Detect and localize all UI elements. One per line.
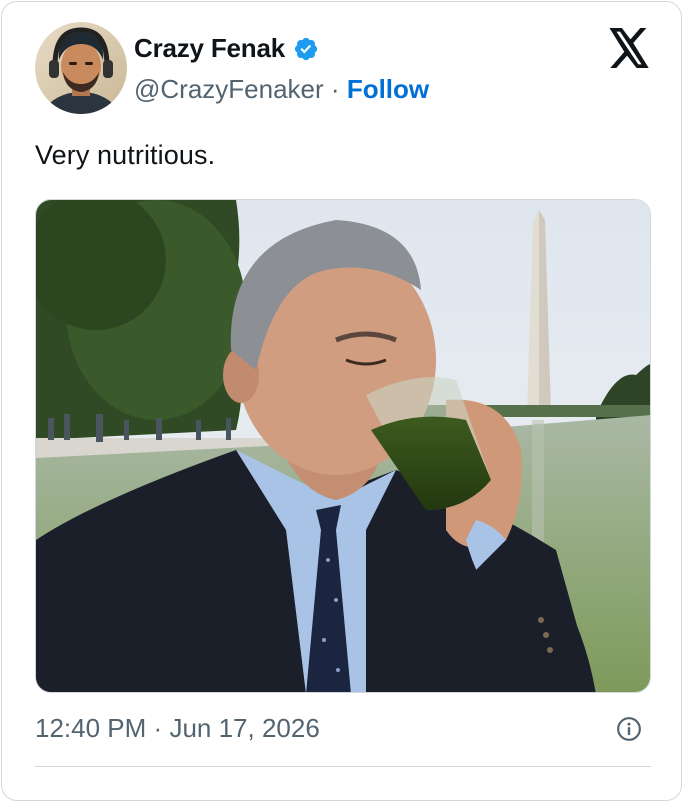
separator: · (330, 74, 340, 104)
tweet-text: Very nutritious. (35, 140, 216, 170)
separator: · (153, 713, 163, 743)
tweet-time[interactable]: 12:40 PM (35, 713, 146, 743)
x-logo-icon[interactable] (607, 28, 651, 68)
info-icon[interactable] (616, 716, 642, 742)
tweet-photo[interactable] (35, 199, 651, 693)
author-name-row[interactable]: Crazy Fenak (134, 33, 319, 64)
divider (35, 766, 651, 767)
author-handle-row: @CrazyFenaker · Follow (134, 74, 429, 105)
author-display-name[interactable]: Crazy Fenak (134, 33, 285, 64)
follow-button[interactable]: Follow (347, 74, 429, 104)
tweet-timestamp[interactable]: 12:40 PM · Jun 17, 2026 (35, 713, 320, 744)
avatar[interactable] (35, 22, 127, 114)
tweet-date[interactable]: Jun 17, 2026 (169, 713, 319, 743)
verified-badge-icon (293, 36, 319, 62)
author-handle[interactable]: @CrazyFenaker (134, 74, 324, 104)
